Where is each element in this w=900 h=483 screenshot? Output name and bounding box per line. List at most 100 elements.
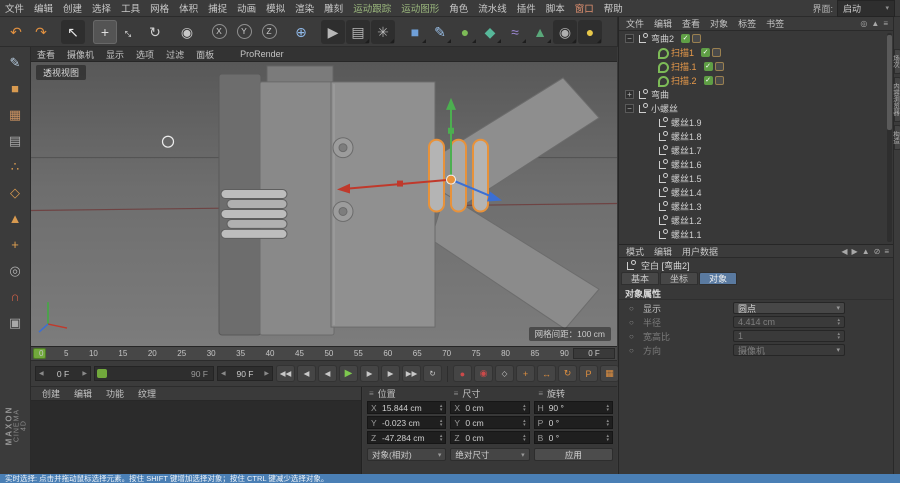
spinner-arrows[interactable] <box>440 404 443 412</box>
object-row[interactable]: − 弯曲2 <box>619 31 894 45</box>
viewport[interactable]: 透视视图 网格间距：100 cm <box>31 62 617 347</box>
camera-icon[interactable]: ◉ <box>553 20 577 44</box>
object-manager-menu-item[interactable]: 文件 <box>621 17 649 30</box>
menu-item[interactable]: 选择 <box>87 1 116 15</box>
polygons-mode-icon[interactable]: ▲ <box>3 206 27 230</box>
object-row[interactable]: 扫描.1 <box>619 59 894 73</box>
attribute-menu-item[interactable]: 模式 <box>621 245 649 258</box>
lock-x-axis-icon[interactable]: X <box>207 20 231 44</box>
viewport-solo-icon[interactable]: ◎ <box>3 258 27 282</box>
spinner-arrows[interactable] <box>523 434 526 442</box>
menu-item[interactable]: 运动跟踪 <box>348 1 396 15</box>
object-row[interactable]: 螺丝1.5 <box>619 171 894 185</box>
lock-workplane-icon[interactable]: ▣ <box>3 310 27 334</box>
spring-coils[interactable] <box>221 190 287 239</box>
panel-menu-icon[interactable]: ≡ <box>883 19 888 28</box>
snap-icon[interactable]: ∩ <box>3 284 27 308</box>
object-tag-icon[interactable] <box>712 48 721 57</box>
docked-panel-tab[interactable]: 内容浏览器 <box>894 77 900 122</box>
spinner-arrows[interactable] <box>606 434 609 442</box>
menu-item[interactable]: 插件 <box>512 1 541 15</box>
record-scale-button[interactable]: ↔ <box>537 365 556 382</box>
object-row[interactable]: 扫描1 <box>619 45 894 59</box>
menu-item[interactable]: 体积 <box>174 1 203 15</box>
menu-item[interactable]: 工具 <box>116 1 145 15</box>
coordinate-field[interactable]: Y -0.023 cm <box>367 416 446 429</box>
object-row[interactable]: 螺丝1.2 <box>619 213 894 227</box>
object-row[interactable]: 螺丝1.9 <box>619 115 894 129</box>
nav-back-icon[interactable]: ◀ <box>841 247 847 256</box>
coordinate-field[interactable]: Z 0 cm <box>450 431 529 444</box>
apply-button[interactable]: 应用 <box>534 448 613 461</box>
menu-item[interactable]: 网格 <box>145 1 174 15</box>
menu-item[interactable]: 渲染 <box>290 1 319 15</box>
object-row[interactable]: 螺丝1.3 <box>619 199 894 213</box>
enabled-check-icon[interactable] <box>701 48 710 57</box>
deformer-icon[interactable]: ≈ <box>503 20 527 44</box>
lock-z-axis-icon[interactable]: Z <box>257 20 281 44</box>
coordinate-field[interactable]: Y 0 cm <box>450 416 529 429</box>
panel-menu-icon[interactable]: ≡ <box>884 247 889 256</box>
object-row[interactable]: 螺丝1.8 <box>619 129 894 143</box>
spinner-arrows[interactable] <box>440 434 443 442</box>
object-manager-menu-item[interactable]: 书签 <box>761 17 789 30</box>
object-tag-icon[interactable] <box>692 34 701 43</box>
object-row[interactable]: 螺丝1.7 <box>619 143 894 157</box>
object-row[interactable]: 扫描.2 <box>619 73 894 87</box>
spinner-arrows[interactable] <box>523 419 526 427</box>
enabled-check-icon[interactable] <box>704 76 713 85</box>
size-mode-dropdown[interactable]: 绝对尺寸 <box>450 448 529 461</box>
cube-primitive-icon[interactable]: ■ <box>403 20 427 44</box>
autokey-button[interactable]: ◉ <box>474 365 493 382</box>
attribute-menu-item[interactable]: 用户数据 <box>677 245 723 258</box>
selected-spring[interactable] <box>429 140 488 212</box>
coordinate-field[interactable]: Z -47.284 cm <box>367 431 446 444</box>
material-menu-item[interactable]: 编辑 <box>67 387 99 400</box>
last-tool-icon[interactable]: ◉ <box>175 20 199 44</box>
keyframe-dot-icon[interactable] <box>629 346 639 355</box>
live-selection-icon[interactable]: ↖ <box>61 20 85 44</box>
scale-tool-icon[interactable]: ↔ <box>118 20 142 44</box>
spline-pen-icon[interactable]: ✎ <box>428 20 452 44</box>
property-control[interactable]: 摄像机 <box>733 344 845 356</box>
environment-icon[interactable]: ▲ <box>528 20 552 44</box>
goto-start-button[interactable]: ◀◀ <box>276 365 295 382</box>
enabled-check-icon[interactable] <box>681 34 690 43</box>
viewport-menu-item[interactable]: 显示 <box>100 48 130 61</box>
property-control[interactable]: 1 <box>733 330 845 342</box>
coordinate-field[interactable]: X 15.844 cm <box>367 401 446 414</box>
record-position-button[interactable]: + <box>516 365 535 382</box>
undo-icon[interactable]: ↶ <box>4 20 28 44</box>
render-settings-icon[interactable]: ✳ <box>371 20 395 44</box>
object-manager-menu-item[interactable]: 对象 <box>705 17 733 30</box>
coordinate-field[interactable]: P 0 ° <box>534 416 613 429</box>
modeling-tools-icon[interactable]: ◆ <box>478 20 502 44</box>
record-parameter-button[interactable]: P <box>579 365 598 382</box>
material-menu-item[interactable]: 创建 <box>35 387 67 400</box>
keyframe-dot-icon[interactable] <box>629 318 639 327</box>
spinner-arrows[interactable] <box>606 404 609 412</box>
object-row[interactable]: 螺丝1.4 <box>619 185 894 199</box>
spinner-arrows[interactable] <box>523 404 526 412</box>
column-menu-icon[interactable]: ≡ <box>538 389 543 398</box>
column-menu-icon[interactable]: ≡ <box>369 389 374 398</box>
object-properties-section[interactable]: 对象属性 <box>619 287 894 300</box>
column-menu-icon[interactable]: ≡ <box>454 389 459 398</box>
prev-frame-button[interactable]: ◀ <box>318 365 337 382</box>
object-row[interactable]: 螺丝1.6 <box>619 157 894 171</box>
move-tool-icon[interactable]: + <box>93 20 117 44</box>
menu-item[interactable]: 脚本 <box>541 1 570 15</box>
lock-icon[interactable]: ⊘ <box>874 247 881 256</box>
docked-panel-tab[interactable]: 场次 <box>894 49 900 74</box>
attribute-tab[interactable]: 对象 <box>699 272 737 285</box>
menu-item[interactable]: 动画 <box>232 1 261 15</box>
scroll-to-top-icon[interactable]: ▲ <box>871 19 879 28</box>
arrow-up-icon[interactable]: ▲ <box>862 247 870 256</box>
menu-item[interactable]: 角色 <box>444 1 473 15</box>
menu-item[interactable]: 创建 <box>58 1 87 15</box>
menu-item[interactable]: 运动图形 <box>396 1 444 15</box>
light-icon[interactable]: ● <box>578 20 602 44</box>
keyframe-dot-icon[interactable] <box>629 304 639 313</box>
object-row[interactable]: 螺丝1.1 <box>619 227 894 241</box>
expander-icon[interactable]: + <box>625 90 634 99</box>
